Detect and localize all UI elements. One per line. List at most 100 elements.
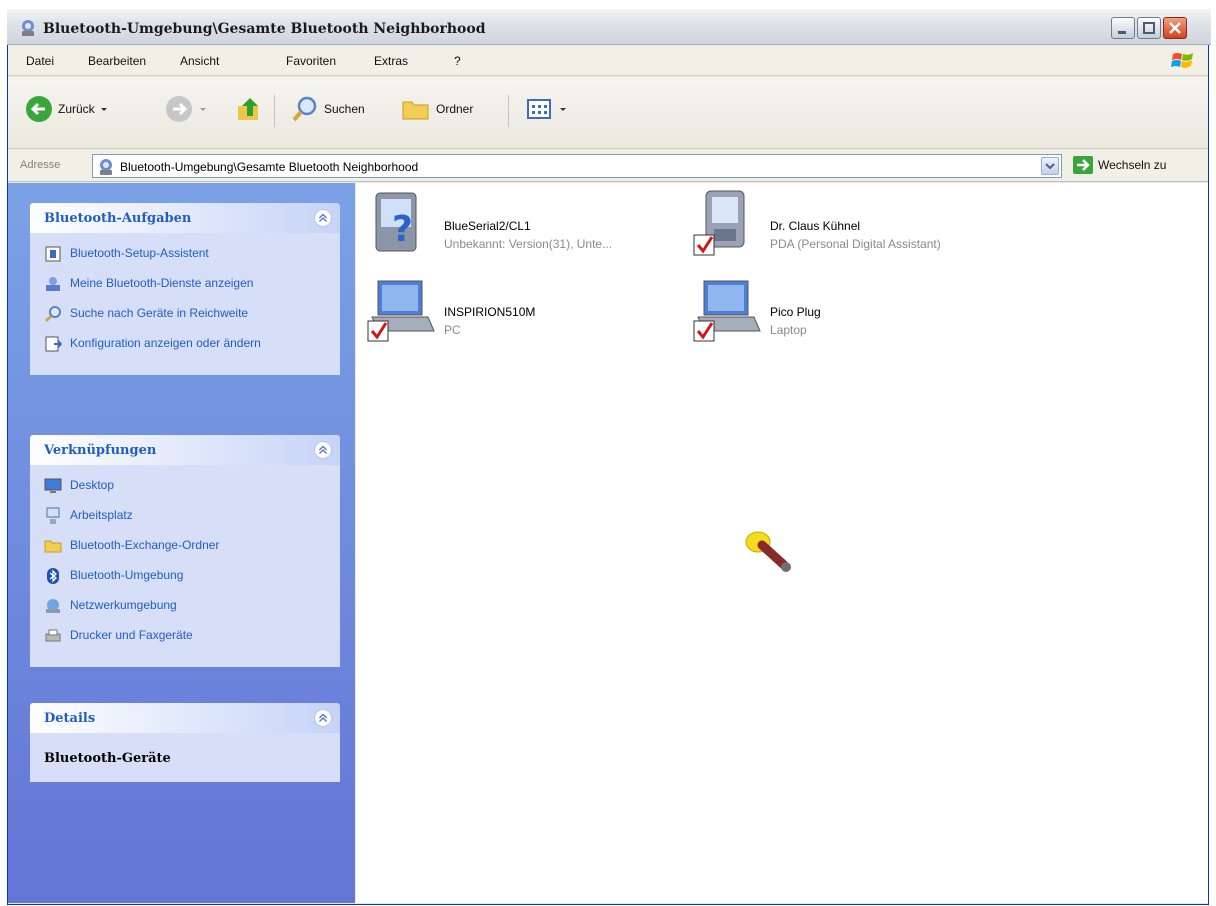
link-network[interactable]: Netzwerkumgebung (44, 595, 330, 625)
folder-icon (402, 101, 429, 120)
laptop-icon (367, 280, 435, 342)
bluetooth-icon (47, 568, 59, 584)
maximize-icon (1143, 22, 1155, 34)
panel-body: Bluetooth-Geräte (30, 733, 340, 782)
device-tile[interactable]: ? BlueSerial2/CL1 Unbekannt: Version(31)… (366, 189, 686, 269)
task-configuration[interactable]: Konfiguration anzeigen oder ändern (44, 333, 330, 363)
panel-header[interactable]: Verknüpfungen (30, 435, 340, 465)
menu-help[interactable]: ? (454, 54, 461, 68)
pda-icon (693, 190, 745, 256)
panel-title: Verknüpfungen (44, 443, 157, 458)
search-button[interactable]: Suchen (290, 93, 365, 125)
search-icon (44, 306, 61, 323)
link-label: Drucker und Faxgeräte (70, 628, 193, 642)
link-label: Bluetooth-Umgebung (70, 568, 184, 582)
bluetooth-tasks-panel: Bluetooth-Aufgaben Bluetooth-Setup-Assis… (30, 203, 340, 375)
task-search-devices[interactable]: Suche nach Geräte in Reichweite (44, 303, 330, 333)
services-icon (46, 277, 60, 291)
menu-favoriten[interactable]: Favoriten (286, 54, 336, 68)
device-type: Laptop (770, 323, 807, 337)
menu-bar: Datei Bearbeiten Ansicht Favoriten Extra… (8, 46, 1208, 76)
device-name: Dr. Claus Kühnel (770, 219, 861, 233)
toolbar: Zurück Suchen Ordner (8, 77, 1208, 149)
go-label: Wechseln zu (1098, 158, 1167, 172)
device-list: ? BlueSerial2/CL1 Unbekannt: Version(31)… (356, 183, 1208, 903)
link-printers[interactable]: Drucker und Faxgeräte (44, 625, 330, 655)
address-dropdown-button[interactable] (1041, 157, 1059, 175)
device-tile[interactable]: INSPIRION510M PC (366, 275, 686, 355)
go-button[interactable]: Wechseln zu (1072, 155, 1166, 175)
search-label: Suchen (324, 102, 365, 116)
folder-icon (44, 540, 62, 553)
wizard-icon (45, 246, 61, 262)
forward-button[interactable] (164, 93, 208, 125)
device-name: INSPIRION510M (444, 305, 536, 319)
link-bluetooth-neighborhood[interactable]: Bluetooth-Umgebung (44, 565, 330, 595)
bluetooth-search-cursor-icon (745, 531, 791, 572)
up-folder-button[interactable] (234, 93, 264, 125)
task-label: Konfiguration anzeigen oder ändern (70, 336, 261, 350)
bluetooth-neighborhood-icon (100, 159, 112, 175)
task-setup-wizard[interactable]: Bluetooth-Setup-Assistent (44, 243, 330, 273)
forward-arrow-icon (166, 96, 192, 122)
panel-title: Details (44, 711, 96, 726)
desktop-icon (44, 478, 62, 493)
address-field[interactable]: Bluetooth-Umgebung\Gesamte Bluetooth Nei… (92, 154, 1062, 178)
laptop-icon (693, 280, 761, 342)
menu-bearbeiten[interactable]: Bearbeiten (88, 54, 146, 68)
window-title: Bluetooth-Umgebung\Gesamte Bluetooth Nei… (43, 21, 486, 37)
search-icon (292, 96, 317, 122)
minimize-icon (1118, 31, 1126, 34)
menu-extras[interactable]: Extras (374, 54, 408, 68)
link-exchange-folder[interactable]: Bluetooth-Exchange-Ordner (44, 535, 330, 565)
folders-label: Ordner (436, 102, 474, 116)
menu-ansicht[interactable]: Ansicht (180, 54, 219, 68)
toolbar-separator (508, 95, 509, 127)
chevron-down-icon (1045, 163, 1055, 170)
device-type: Unbekannt: Version(31), Unte... (444, 237, 613, 251)
address-value: Bluetooth-Umgebung\Gesamte Bluetooth Nei… (120, 160, 419, 174)
chevron-down-icon[interactable] (198, 104, 208, 114)
views-button[interactable] (524, 93, 568, 125)
device-type: PC (444, 323, 461, 337)
bluetooth-neighborhood-icon (22, 20, 34, 36)
link-label: Desktop (70, 478, 115, 492)
device-name: Pico Plug (770, 305, 821, 319)
link-computer[interactable]: Arbeitsplatz (44, 505, 330, 535)
device-name: BlueSerial2/CL1 (444, 219, 531, 233)
links-panel: Verknüpfungen Desktop Arbeitsplatz Bluet… (30, 435, 340, 667)
menu-datei[interactable]: Datei (26, 54, 54, 68)
collapse-icon[interactable] (314, 209, 332, 227)
details-value: Bluetooth-Geräte (44, 751, 171, 766)
panel-title: Bluetooth-Aufgaben (44, 211, 192, 226)
folders-button[interactable]: Ordner (400, 93, 473, 125)
network-icon (46, 599, 60, 613)
task-label: Meine Bluetooth-Dienste anzeigen (70, 276, 254, 290)
device-tile[interactable]: Dr. Claus Kühnel PDA (Personal Digital A… (692, 189, 1012, 269)
close-button[interactable] (1163, 17, 1187, 39)
svg-text:?: ? (392, 209, 413, 250)
collapse-icon[interactable] (314, 441, 332, 459)
back-label: Zurück (58, 102, 95, 116)
views-icon (527, 99, 551, 119)
address-label: Adresse (20, 159, 61, 171)
title-bar[interactable]: Bluetooth-Umgebung\Gesamte Bluetooth Nei… (7, 9, 1211, 45)
link-label: Arbeitsplatz (70, 508, 133, 522)
up-folder-icon (238, 98, 258, 120)
printer-icon (45, 629, 61, 642)
back-button[interactable]: Zurück (24, 93, 109, 125)
task-label: Suche nach Geräte in Reichweite (70, 306, 249, 320)
minimize-button[interactable] (1111, 17, 1135, 39)
panel-body: Bluetooth-Setup-Assistent Meine Bluetoot… (30, 233, 340, 375)
chevron-down-icon[interactable] (99, 104, 109, 114)
maximize-button[interactable] (1137, 17, 1161, 39)
panel-header[interactable]: Details (30, 703, 340, 733)
device-tile[interactable]: Pico Plug Laptop (692, 275, 1012, 355)
address-bar: Adresse Bluetooth-Umgebung\Gesamte Bluet… (8, 150, 1208, 182)
panel-header[interactable]: Bluetooth-Aufgaben (30, 203, 340, 233)
chevron-down-icon[interactable] (558, 104, 568, 114)
go-arrow-icon (1073, 156, 1093, 174)
link-desktop[interactable]: Desktop (44, 475, 330, 505)
collapse-icon[interactable] (314, 709, 332, 727)
task-show-services[interactable]: Meine Bluetooth-Dienste anzeigen (44, 273, 330, 303)
